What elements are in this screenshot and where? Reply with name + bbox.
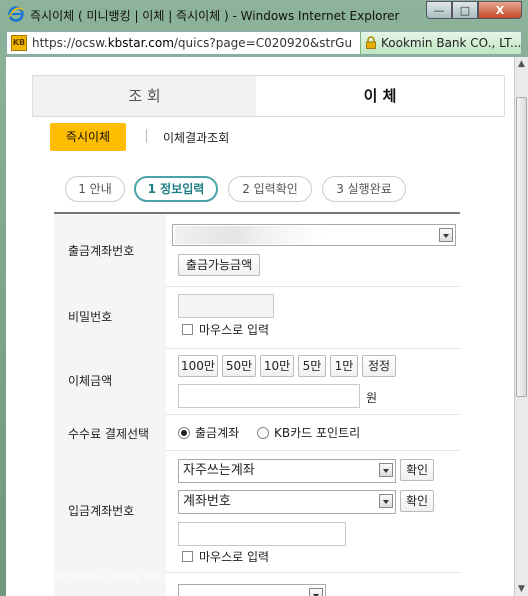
step-guide: 1 안내 (65, 176, 125, 202)
address-bar[interactable]: KB https://ocsw.kbstar.com/quics?page=C0… (6, 31, 522, 55)
fee-withdraw-account-radio[interactable] (178, 427, 190, 439)
step-execute-complete: 3 실행완료 (322, 176, 406, 202)
amount-row-label: 이체금액 (54, 348, 166, 415)
amount-reset-button[interactable]: 정정 (362, 355, 396, 377)
ie-icon (8, 6, 24, 22)
account-number-select[interactable]: 계좌번호 (178, 490, 396, 514)
next-row-select[interactable] (178, 584, 326, 596)
tab-inquiry[interactable]: 조 회 (33, 76, 257, 117)
maximize-button[interactable]: □ (452, 1, 478, 19)
amount-50k-button[interactable]: 5만 (298, 355, 326, 377)
minimize-button[interactable]: — (426, 1, 452, 19)
kb-favicon-icon: KB (11, 35, 27, 51)
close-button[interactable]: X (478, 1, 522, 19)
available-amount-button[interactable]: 출금가능금액 (178, 254, 260, 276)
title-bar: 즉시이체 ( 미니뱅킹 | 이체 | 즉시이체 ) - Windows Inte… (0, 0, 528, 30)
page-content: 조 회 이 체 즉시이체 이체결과조회 1 안내 1 정보입력 2 입력확인 3… (6, 57, 514, 596)
window-title: 즉시이체 ( 미니뱅킹 | 이체 | 즉시이체 ) - Windows Inte… (30, 9, 400, 23)
scrollbar-thumb[interactable] (516, 97, 527, 397)
mouse-input-checkbox[interactable] (182, 324, 193, 335)
security-certificate[interactable]: Kookmin Bank CO., LT... (360, 32, 521, 54)
lock-icon (366, 36, 376, 49)
tab-transfer[interactable]: 이 체 (256, 76, 504, 116)
deposit-account-row-label: 입금계좌번호 (54, 450, 166, 573)
transfer-form: 출금계좌번호 출금가능금액 비밀번호 마우스로 입력 이체금액 100만 50만… (54, 212, 460, 596)
subtab-divider (146, 129, 147, 143)
chevron-down-icon (309, 588, 323, 596)
step-info-input: 1 정보입력 (134, 176, 218, 202)
step-input-confirm: 2 입력확인 (228, 176, 312, 202)
withdraw-account-select[interactable] (172, 224, 456, 246)
fee-kb-point-radio[interactable] (257, 427, 269, 439)
amount-1m-button[interactable]: 100만 (178, 355, 218, 377)
mouse-input-label: 마우스로 입력 (199, 323, 270, 337)
frequent-account-select[interactable]: 자주쓰는계좌 (178, 459, 396, 483)
password-input[interactable] (178, 294, 274, 318)
ie-window: 즉시이체 ( 미니뱅킹 | 이체 | 즉시이체 ) - Windows Inte… (0, 0, 528, 596)
amount-500k-button[interactable]: 50만 (222, 355, 256, 377)
account-number-confirm-button[interactable]: 확인 (400, 490, 434, 512)
fee-row-label: 수수료 결제선택 (54, 414, 166, 451)
chevron-down-icon (379, 463, 393, 477)
scroll-up-icon[interactable]: ▲ (517, 59, 526, 69)
main-tabs: 조 회 이 체 (32, 75, 505, 117)
fee-withdraw-account-label: 출금계좌 (195, 426, 240, 440)
chevron-down-icon (439, 228, 453, 242)
frequent-account-confirm-button[interactable]: 확인 (400, 459, 434, 481)
amount-input[interactable] (178, 384, 360, 408)
scroll-down-icon[interactable]: ▼ (517, 584, 526, 594)
subtab-transfer-results[interactable]: 이체결과조회 (163, 129, 229, 146)
fee-kb-point-label: KB카드 포인트리 (274, 426, 361, 440)
url-text[interactable]: https://ocsw.kbstar.com/quics?page=C0209… (32, 36, 352, 50)
vertical-scrollbar[interactable]: ▲ ▼ (514, 57, 528, 596)
amount-10k-button[interactable]: 1만 (330, 355, 358, 377)
amount-100k-button[interactable]: 10만 (260, 355, 294, 377)
deposit-mouse-input-checkbox[interactable] (182, 551, 193, 562)
password-row-label: 비밀번호 (54, 286, 166, 349)
certificate-text: Kookmin Bank CO., LT... (381, 36, 522, 50)
subtab-instant-transfer[interactable]: 즉시이체 (50, 123, 126, 151)
deposit-mouse-input-label: 마우스로 입력 (199, 550, 270, 564)
chevron-down-icon (379, 494, 393, 508)
masked-account-number (175, 226, 325, 244)
watermark-text: http://dreamdrive.tistory.com (6, 570, 168, 583)
deposit-account-input[interactable] (178, 522, 346, 546)
won-unit-label: 원 (366, 391, 378, 405)
withdraw-account-row-label: 출금계좌번호 (54, 214, 166, 287)
